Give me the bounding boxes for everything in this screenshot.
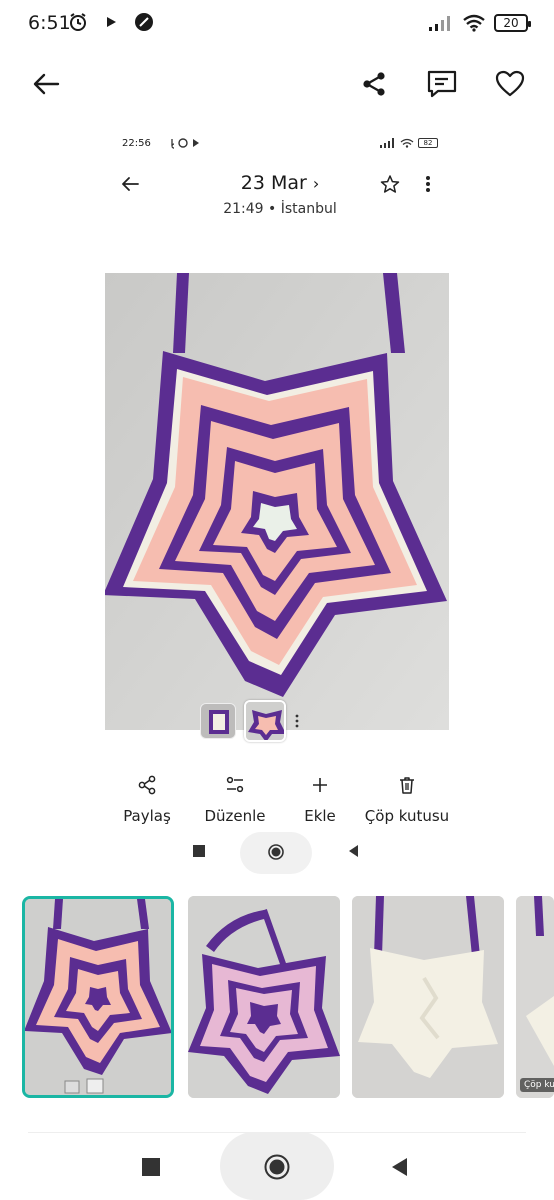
- trash-action[interactable]: Çöp kutusu: [362, 775, 452, 825]
- gallery-thumbnail-selected[interactable]: [22, 896, 174, 1098]
- trash-action-label: Çöp kutusu: [364, 807, 450, 825]
- square-icon: [193, 845, 205, 857]
- share-button[interactable]: [356, 66, 392, 102]
- back-nav-button[interactable]: [386, 1154, 412, 1180]
- alarm-icon: [70, 13, 86, 31]
- inner-back-nav-button[interactable]: [344, 842, 362, 860]
- crochet-star-bag-image: [105, 273, 449, 730]
- inner-star-button[interactable]: [378, 172, 402, 196]
- inner-home-button[interactable]: [266, 842, 286, 862]
- inner-more-button[interactable]: [416, 172, 440, 196]
- inner-status-time: 22:56: [122, 138, 151, 149]
- star-bag-tied-thumbnail-image: [188, 896, 340, 1098]
- partial-thumbnail-image: [516, 896, 554, 1098]
- share-icon: [138, 775, 156, 795]
- star-bag-thumbnail-image: [246, 702, 284, 740]
- star-icon: [380, 175, 400, 193]
- status-bar: 6:51 20: [0, 0, 554, 48]
- signal-icon: [429, 16, 450, 31]
- comment-button[interactable]: [422, 66, 462, 102]
- favorite-button[interactable]: [490, 66, 530, 102]
- battery-indicator: 20: [494, 14, 531, 32]
- trash-badge: Çöp kut: [520, 1078, 554, 1092]
- inner-wifi-icon: [400, 138, 414, 148]
- main-photo[interactable]: [105, 273, 449, 730]
- inner-screenshot: 22:56 82 23 Mar › 21:49 • İstanbul Payla…: [100, 130, 460, 875]
- circle-icon: [264, 1154, 290, 1180]
- share-action[interactable]: Paylaş: [114, 775, 180, 825]
- home-button[interactable]: [260, 1150, 294, 1184]
- add-action-label: Ekle: [304, 807, 336, 825]
- gallery-thumbnail[interactable]: [352, 896, 504, 1098]
- system-navigation-bar: [0, 1132, 554, 1200]
- chevron-right-icon: ›: [312, 174, 320, 193]
- edit-action[interactable]: Düzenle: [200, 775, 270, 825]
- trash-icon: [400, 777, 414, 794]
- recents-button[interactable]: [138, 1154, 164, 1180]
- back-button[interactable]: [26, 66, 66, 102]
- mini-thumbnail-row: [200, 700, 300, 742]
- play-icon: [107, 17, 116, 27]
- edit-sliders-icon: [226, 776, 244, 793]
- pinterest-icon: [178, 138, 188, 148]
- edit-action-label: Düzenle: [204, 807, 266, 825]
- inner-header: 23 Mar › 21:49 • İstanbul: [100, 168, 460, 228]
- white-star-bag-thumbnail-image: [352, 896, 504, 1098]
- square-icon: [142, 1158, 160, 1176]
- gallery-thumbnail-partial[interactable]: Çöp kut: [516, 896, 554, 1098]
- mini-thumbnail[interactable]: [200, 703, 236, 739]
- photo-action-bar: Paylaş Düzenle Ekle Çöp kutusu: [100, 775, 460, 835]
- status-time: 6:51: [28, 12, 71, 34]
- add-action[interactable]: Ekle: [296, 775, 344, 825]
- gallery-thumbnail[interactable]: [188, 896, 340, 1098]
- inner-play-icon: [193, 139, 199, 147]
- top-app-bar: [0, 56, 554, 112]
- triangle-back-icon: [392, 1158, 407, 1176]
- inner-status-bar: 22:56 82: [122, 138, 438, 152]
- plus-icon: [313, 778, 327, 792]
- arrow-left-icon: [33, 73, 60, 95]
- mini-thumbnail-selected[interactable]: [244, 700, 286, 742]
- bag-thumbnail-image: [201, 704, 235, 738]
- mini-more-icon[interactable]: [294, 714, 300, 728]
- comment-icon: [427, 70, 457, 98]
- heart-icon: [495, 70, 525, 97]
- battery-level: 20: [503, 16, 519, 30]
- photo-date: 23 Mar: [240, 172, 307, 194]
- music-icon: [171, 139, 174, 149]
- circle-icon: [268, 844, 284, 860]
- triangle-back-icon: [349, 845, 358, 857]
- compass-icon: [135, 13, 153, 31]
- gallery-strip: Çöp kut: [0, 894, 554, 1104]
- inner-signal-icon: [380, 138, 394, 148]
- inner-battery-level: 82: [423, 139, 433, 147]
- share-action-label: Paylaş: [123, 807, 171, 825]
- star-bag-thumbnail-image: [25, 899, 171, 1095]
- photo-time-location: 21:49 • İstanbul: [223, 201, 337, 217]
- share-icon: [363, 72, 385, 96]
- inner-recents-button[interactable]: [190, 842, 208, 860]
- photo-date-title[interactable]: 23 Mar ›: [100, 172, 460, 194]
- inner-navigation-bar: [100, 830, 460, 876]
- more-vertical-icon: [426, 176, 430, 192]
- inner-battery: 82: [418, 138, 438, 148]
- wifi-icon: [463, 14, 485, 32]
